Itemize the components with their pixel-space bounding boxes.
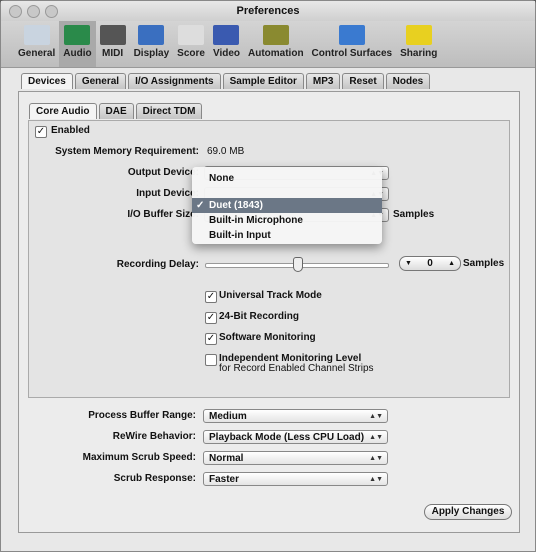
toolbar-automation[interactable]: Automation <box>244 21 308 67</box>
enabled-label: Enabled <box>51 125 90 136</box>
toolbar-score[interactable]: Score <box>173 21 209 67</box>
toolbar-audio[interactable]: Audio <box>59 21 96 67</box>
tab-general[interactable]: General <box>74 73 127 89</box>
tab-nodes[interactable]: Nodes <box>385 73 431 89</box>
bottom-popup-3[interactable]: Faster ▲▼ <box>203 472 388 486</box>
bottom-popup-1[interactable]: Playback Mode (Less CPU Load) ▲▼ <box>203 430 388 444</box>
memory-label: System Memory Requirement: <box>55 146 199 157</box>
tab-mp3[interactable]: MP3 <box>305 73 341 89</box>
menu-item[interactable]: None <box>192 171 382 186</box>
toolbar-label: General <box>18 48 56 59</box>
tab-bar: Devices General I/O Assignments Sample Edit… <box>21 73 431 89</box>
audio-icon <box>64 25 91 45</box>
recording-delay-label: Recording Delay: <box>116 259 199 270</box>
memory-value: 69.0 MB <box>207 146 245 157</box>
input-device-label: Input Device: <box>136 188 199 199</box>
toolbar: General Audio MIDI Display Score Video Automat… <box>1 21 535 68</box>
video-icon <box>213 25 240 45</box>
toolbar-label: Control Surfaces <box>311 48 393 59</box>
preferences-window: Preferences General Audio MIDI Display Score… <box>0 0 536 552</box>
toolbar-midi[interactable]: MIDI <box>96 21 130 67</box>
recording-delay-slider[interactable] <box>205 257 389 272</box>
menu-item[interactable]: ✓ Duet (1843) <box>192 198 382 213</box>
recording-delay-stepper[interactable]: ▼ 0 ▲ <box>399 256 461 271</box>
independent-monitoring-sublabel: for Record Enabled Channel Strips <box>219 363 374 374</box>
bottom-label: Scrub Response: <box>113 473 196 484</box>
checkbox-label: Software Monitoring <box>219 332 316 343</box>
sharing-icon <box>405 25 432 45</box>
zoom-button[interactable] <box>45 5 58 18</box>
checkbox-software-monitoring[interactable]: ✓ <box>205 333 217 345</box>
bottom-label: Process Buffer Range: <box>88 410 196 421</box>
toolbar-label: MIDI <box>102 48 124 59</box>
subtab-direct-tdm[interactable]: Direct TDM <box>135 103 203 119</box>
tab-i-o-assignments[interactable]: I/O Assignments <box>128 73 221 89</box>
slider-thumb[interactable] <box>293 257 303 272</box>
subtab-core-audio[interactable]: Core Audio <box>29 103 97 119</box>
recording-delay-unit: Samples <box>463 258 505 269</box>
bottom-label: Maximum Scrub Speed: <box>82 452 196 463</box>
bottom-popup-2[interactable]: Normal ▲▼ <box>203 451 388 465</box>
midi-icon <box>99 25 126 45</box>
toolbar-label: Display <box>133 48 170 59</box>
automation-icon <box>262 25 289 45</box>
toolbar-video[interactable]: Video <box>209 21 244 67</box>
bottom-label: ReWire Behavior: <box>112 431 196 442</box>
window-title: Preferences <box>236 5 300 17</box>
buffer-size-label: I/O Buffer Size: <box>127 209 199 220</box>
menu-item[interactable]: Built-in Microphone <box>192 213 382 228</box>
toolbar-control-surfaces[interactable]: Control Surfaces <box>308 21 397 67</box>
minimize-button[interactable] <box>27 5 40 18</box>
checkbox-universal-track-mode[interactable]: ✓ <box>205 291 217 303</box>
toolbar-label: Sharing <box>400 48 438 59</box>
toolbar-display[interactable]: Display <box>130 21 174 67</box>
toolbar-label: Score <box>177 48 205 59</box>
checkbox-independent-monitoring-level[interactable] <box>205 354 217 366</box>
checkbox-label: Universal Track Mode <box>219 290 322 301</box>
display-icon <box>138 25 165 45</box>
tab-reset[interactable]: Reset <box>342 73 384 89</box>
general-icon <box>23 25 50 45</box>
toolbar-sharing[interactable]: Sharing <box>396 21 441 67</box>
subtab-dae[interactable]: DAE <box>98 103 134 119</box>
checkmark-icon: ✓ <box>196 200 205 211</box>
score-icon <box>178 25 205 45</box>
enabled-checkbox[interactable]: ✓ <box>35 126 47 138</box>
core-audio-group: ✓ Enabled System Memory Requirement: 69.… <box>28 120 510 398</box>
subtab-bar: Core Audio DAE Direct TDM <box>29 103 203 119</box>
control-surfaces-icon <box>338 25 365 45</box>
buffer-unit: Samples <box>393 209 435 220</box>
toolbar-label: Audio <box>63 48 92 59</box>
menu-item[interactable]: Built-in Input <box>192 228 382 243</box>
toolbar-general[interactable]: General <box>14 21 59 67</box>
tab-devices[interactable]: Devices <box>21 73 73 89</box>
input-device-menu: None ✓ Duet (1843) Built-in Microphone Built… <box>192 167 382 244</box>
bottom-popup-0[interactable]: Medium ▲▼ <box>203 409 388 423</box>
apply-changes-button[interactable]: Apply Changes <box>424 504 512 520</box>
checkbox-24-bit-recording[interactable]: ✓ <box>205 312 217 324</box>
output-device-label: Output Device: <box>127 167 199 178</box>
toolbar-label: Video <box>212 48 240 59</box>
close-button[interactable] <box>9 5 22 18</box>
tab-sample-editor[interactable]: Sample Editor <box>222 73 304 89</box>
toolbar-label: Automation <box>248 48 304 59</box>
devices-panel: Core Audio DAE Direct TDM ✓ Enabled System… <box>18 91 520 533</box>
checkbox-label: 24-Bit Recording <box>219 311 300 322</box>
title-bar: Preferences <box>1 1 535 21</box>
